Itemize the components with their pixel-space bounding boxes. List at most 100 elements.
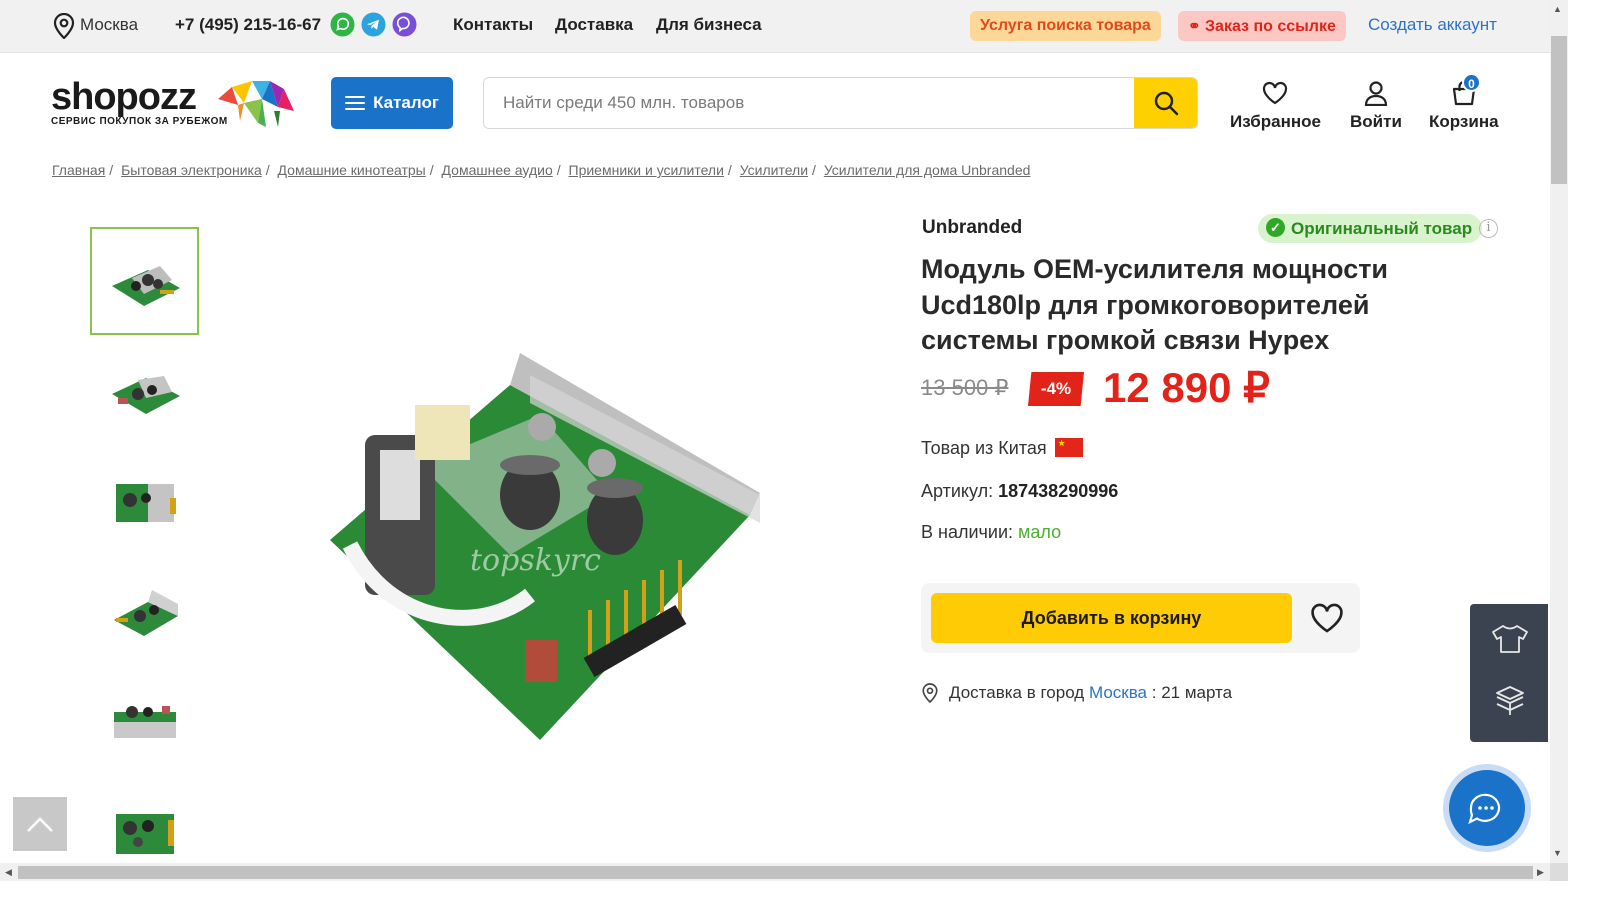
delivery-city-link[interactable]: Москва xyxy=(1089,683,1147,702)
cart-count-badge: 0 xyxy=(1462,73,1481,92)
scroll-up-arrow-icon[interactable]: ▲ xyxy=(1553,4,1562,14)
chat-icon xyxy=(1468,793,1501,825)
nav-contacts[interactable]: Контакты xyxy=(453,15,533,35)
product-brand[interactable]: Unbranded xyxy=(922,217,1022,239)
product-thumbnail-image xyxy=(111,266,180,306)
breadcrumb-item[interactable]: Приемники и усилители xyxy=(569,162,724,178)
logo[interactable]: shopozz СЕРВИС ПОКУПОК ЗА РУБЕЖОМ xyxy=(51,77,228,127)
scroll-right-arrow-icon[interactable]: ▶ xyxy=(1537,867,1544,878)
add-to-cart-panel: Добавить в корзину xyxy=(921,583,1360,653)
scroll-left-arrow-icon[interactable]: ◀ xyxy=(5,867,12,878)
discount-badge: -4% xyxy=(1028,372,1084,406)
delivery-label: Доставка в город xyxy=(949,683,1085,702)
tshirt-icon xyxy=(1492,625,1528,653)
product-thumbnail-image xyxy=(115,484,176,522)
user-icon xyxy=(1364,81,1388,106)
thumbnail-4[interactable] xyxy=(90,557,199,665)
breadcrumb-item[interactable]: Бытовая электроника xyxy=(121,162,262,178)
old-price: 13 500 ₽ xyxy=(921,375,1009,400)
delivery-date: : 21 марта xyxy=(1151,683,1233,702)
box-icon xyxy=(1496,686,1524,715)
heart-icon xyxy=(1263,81,1288,105)
thumbnail-6[interactable] xyxy=(90,777,199,863)
link-icon: ⚭ xyxy=(1188,18,1201,35)
origin-label: Товар из Китая xyxy=(921,438,1047,458)
menu-icon xyxy=(345,96,366,110)
horizontal-scrollbar-thumb[interactable] xyxy=(18,866,1533,879)
main-product-image[interactable]: topskyrc xyxy=(320,345,770,750)
whatsapp-icon[interactable] xyxy=(330,12,355,37)
nav-business[interactable]: Для бизнеса xyxy=(656,15,762,35)
breadcrumb-item[interactable]: Главная xyxy=(52,162,105,178)
chat-button[interactable] xyxy=(1443,764,1531,852)
stock-label: В наличии: xyxy=(921,522,1014,542)
breadcrumb: Главная / Бытовая электроника / Домашние к… xyxy=(52,162,1031,178)
logo-name: shopozz xyxy=(51,76,197,118)
login-button[interactable]: Войти xyxy=(1350,80,1402,132)
product-thumbnail-image xyxy=(113,590,178,636)
size-chart-button[interactable] xyxy=(1491,622,1529,656)
original-badge-label: Оригинальный товар xyxy=(1291,219,1473,238)
search-input[interactable] xyxy=(484,78,1136,128)
product-thumbnail-image xyxy=(113,706,176,738)
top-bar: Москва +7 (495) 215-16-67 Контакты Доста… xyxy=(0,0,1568,53)
nav-delivery[interactable]: Доставка xyxy=(555,15,633,35)
scroll-down-arrow-icon[interactable]: ▼ xyxy=(1553,848,1562,858)
thumbnail-1[interactable] xyxy=(90,227,199,335)
favorites-label: Избранное xyxy=(1230,112,1321,131)
current-price: 12 890 ₽ xyxy=(1103,364,1270,411)
floating-side-panel xyxy=(1470,604,1548,742)
china-flag-icon xyxy=(1054,438,1083,457)
chevron-up-icon xyxy=(27,817,53,832)
image-watermark: topskyrc xyxy=(470,543,601,578)
order-by-link-label: Заказ по ссылке xyxy=(1205,18,1336,35)
favorites-button[interactable]: Избранное xyxy=(1230,80,1321,132)
city-selector[interactable]: Москва xyxy=(80,15,138,35)
location-pin-icon[interactable] xyxy=(52,13,76,39)
viber-icon[interactable] xyxy=(392,12,417,37)
cart-label: Корзина xyxy=(1429,112,1499,131)
product-thumbnail-image xyxy=(111,376,180,414)
location-pin-icon xyxy=(922,683,938,703)
telegram-icon[interactable] xyxy=(361,12,386,37)
order-by-link-button[interactable]: ⚭ Заказ по ссылке xyxy=(1178,11,1346,41)
stock-row: В наличии: мало xyxy=(921,522,1061,543)
catalog-label: Каталог xyxy=(373,93,439,112)
create-account-link[interactable]: Создать аккаунт xyxy=(1368,15,1497,35)
product-title: Модуль OEM-усилителя мощности Ucd180lp д… xyxy=(921,254,1389,355)
thumbnail-3[interactable] xyxy=(90,447,199,555)
phone-number[interactable]: +7 (495) 215-16-67 xyxy=(175,15,321,35)
product-thumbnail-image xyxy=(115,814,174,854)
elephant-logo-icon xyxy=(218,81,294,127)
parcel-button[interactable] xyxy=(1491,684,1529,718)
breadcrumb-item[interactable]: Усилители для дома Unbranded xyxy=(824,162,1031,178)
thumbnail-list xyxy=(90,227,200,863)
thumbnail-5[interactable] xyxy=(90,667,199,775)
add-to-favorites-button[interactable] xyxy=(1305,598,1349,638)
search-service-button[interactable]: Услуга поиска товара xyxy=(970,11,1161,41)
breadcrumb-item[interactable]: Усилители xyxy=(740,162,808,178)
original-product-badge: ✓ Оригинальный товар xyxy=(1258,214,1483,243)
breadcrumb-item[interactable]: Домашние кинотеатры xyxy=(278,162,426,178)
check-icon: ✓ xyxy=(1266,218,1285,237)
catalog-button[interactable]: Каталог xyxy=(331,77,453,129)
breadcrumb-item[interactable]: Домашнее аудио xyxy=(442,162,553,178)
search-box xyxy=(483,77,1198,129)
scroll-to-top-button[interactable] xyxy=(13,797,67,851)
vertical-scrollbar-thumb[interactable] xyxy=(1551,36,1567,184)
heart-icon xyxy=(1311,603,1343,633)
info-icon[interactable]: i xyxy=(1479,219,1498,238)
sku-value: 187438290996 xyxy=(998,481,1119,501)
stock-value: мало xyxy=(1018,522,1062,542)
login-label: Войти xyxy=(1350,112,1402,131)
add-to-cart-button[interactable]: Добавить в корзину xyxy=(931,593,1292,643)
search-icon xyxy=(1154,91,1178,116)
thumbnail-2[interactable] xyxy=(90,337,199,445)
scrollbar-corner xyxy=(1550,863,1568,881)
delivery-info: Доставка в город Москва : 21 марта xyxy=(921,683,1232,703)
origin-row: Товар из Китая xyxy=(921,438,1083,459)
search-button[interactable] xyxy=(1134,78,1197,128)
sku-label: Артикул: xyxy=(921,481,994,501)
logo-tagline: СЕРВИС ПОКУПОК ЗА РУБЕЖОМ xyxy=(51,116,228,127)
sku-row: Артикул: 187438290996 xyxy=(921,481,1118,502)
